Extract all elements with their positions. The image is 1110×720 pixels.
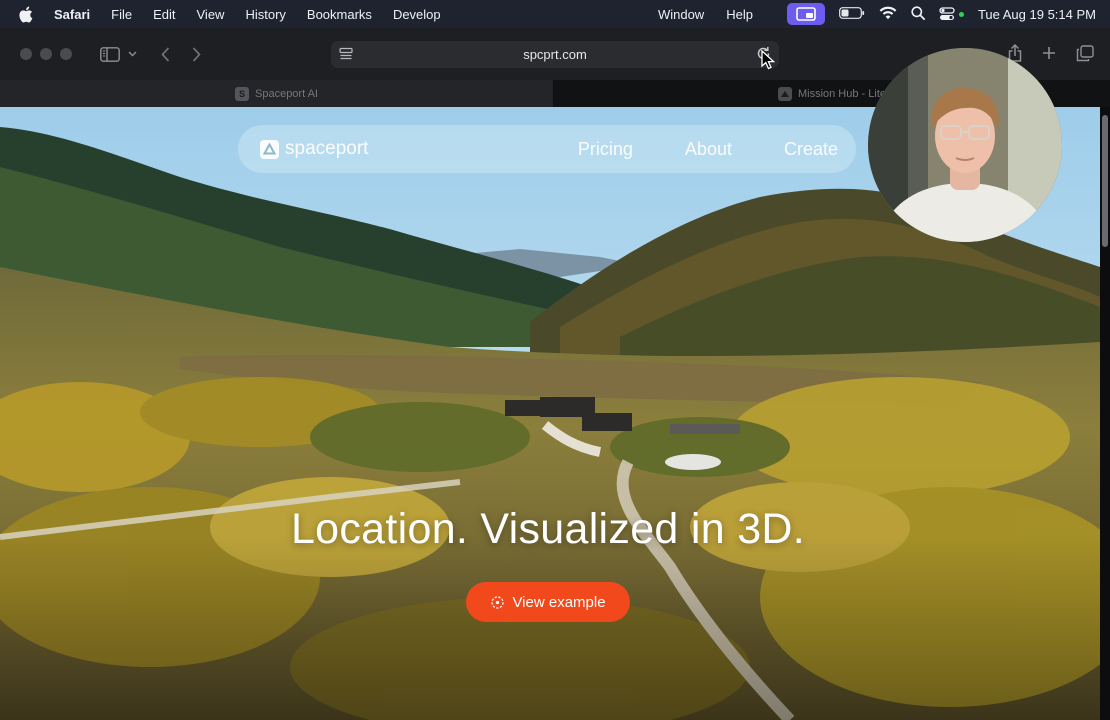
tab-title: Spaceport AI [255, 87, 318, 100]
search-icon[interactable] [911, 5, 925, 23]
url-text[interactable]: spcprt.com [523, 47, 587, 62]
menu-clock[interactable]: Tue Aug 19 5:14 PM [978, 7, 1096, 22]
mouse-cursor-icon [761, 50, 775, 70]
tab-overview-icon[interactable] [1076, 44, 1094, 62]
menu-help[interactable]: Help [726, 7, 753, 22]
menu-bar: Safari File Edit View History Bookmarks … [0, 0, 1110, 28]
screen-recording-icon[interactable] [786, 3, 825, 25]
scrollbar-thumb[interactable] [1102, 115, 1108, 247]
menu-history[interactable]: History [245, 7, 285, 22]
tab-spaceport[interactable]: S Spaceport AI [0, 80, 554, 107]
status-dot [958, 11, 964, 17]
spaceport-logo-icon [260, 139, 279, 159]
close-window-button[interactable] [20, 48, 32, 60]
menu-file[interactable]: File [111, 7, 132, 22]
window-controls [20, 48, 80, 60]
nav-about-link[interactable]: About [685, 139, 732, 160]
webcam-overlay[interactable] [868, 48, 1062, 242]
tab-favicon: S [235, 86, 249, 101]
brand-name: spaceport [285, 138, 369, 159]
hero-headline: Location. Visualized in 3D. [290, 505, 806, 553]
menu-develop[interactable]: Develop [393, 7, 441, 22]
presenter-video [868, 48, 1062, 242]
menu-window[interactable]: Window [658, 7, 704, 22]
site-nav-links: Pricing About Create [526, 139, 838, 160]
tab-favicon-icon [777, 86, 792, 101]
wifi-icon[interactable] [879, 6, 897, 23]
battery-icon[interactable] [839, 6, 865, 22]
site-navbar: spaceport Pricing About Create [238, 125, 856, 173]
3d-cube-icon [490, 595, 505, 610]
page-scrollbar[interactable] [1100, 107, 1110, 720]
page-menu-icon[interactable] [339, 47, 353, 64]
site-brand[interactable]: spaceport [260, 138, 368, 160]
zoom-window-button[interactable] [60, 48, 72, 60]
address-bar[interactable]: spcprt.com [331, 41, 779, 68]
forward-icon[interactable] [192, 46, 201, 62]
menu-edit[interactable]: Edit [153, 7, 175, 22]
back-icon[interactable] [161, 46, 170, 62]
minimize-window-button[interactable] [40, 48, 52, 60]
sidebar-icon[interactable] [100, 46, 120, 62]
apple-icon[interactable] [18, 5, 36, 23]
cta-label: View example [512, 593, 606, 611]
menu-bookmarks[interactable]: Bookmarks [307, 7, 372, 22]
view-example-button[interactable]: View example [466, 582, 630, 622]
control-center-icon[interactable] [939, 7, 964, 21]
nav-pricing-link[interactable]: Pricing [578, 139, 633, 160]
chevron-down-icon[interactable] [128, 51, 137, 57]
tab-title: Mission Hub - Lite [797, 87, 887, 100]
menu-app-name[interactable]: Safari [54, 7, 90, 22]
nav-create-link[interactable]: Create [784, 139, 838, 160]
new-tab-icon[interactable] [1042, 46, 1056, 60]
menu-view[interactable]: View [197, 7, 225, 22]
